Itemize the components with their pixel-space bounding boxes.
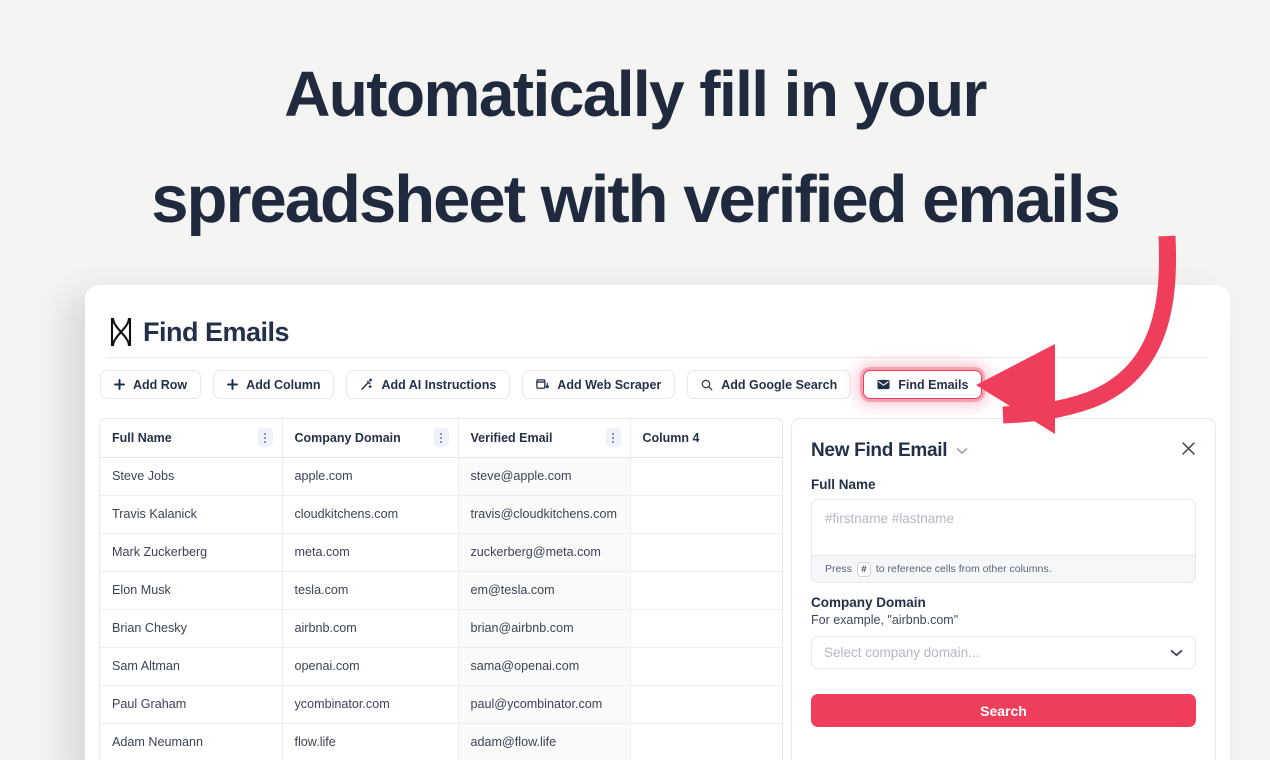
full-name-hint: Press # to reference cells from other co…: [811, 556, 1196, 583]
table-cell[interactable]: sama@openai.com: [458, 647, 631, 686]
headline-line-2: spreadsheet with verified emails: [151, 162, 1120, 237]
column-menu-icon[interactable]: [257, 428, 273, 448]
table-row[interactable]: Steve Jobs apple.com steve@apple.com: [100, 457, 782, 496]
hash-key-badge: #: [856, 561, 871, 577]
page-title: Find Emails: [143, 316, 290, 347]
table-cell[interactable]: zuckerberg@meta.com: [458, 533, 631, 572]
table-row[interactable]: Sam Altman openai.com sama@openai.com: [100, 647, 782, 686]
page-headline: Automatically fill in your spreadsheet w…: [0, 42, 1270, 252]
table-row[interactable]: Brian Chesky airbnb.com brian@airbnb.com: [100, 609, 782, 648]
add-google-search-label: Add Google Search: [721, 377, 838, 392]
table-cell[interactable]: [630, 495, 782, 534]
add-row-button[interactable]: Add Row: [100, 370, 202, 399]
table-header-row: Full Name Company Domain Verified Email …: [100, 419, 782, 458]
table-cell[interactable]: Mark Zuckerberg: [100, 533, 283, 572]
table-cell[interactable]: Brian Chesky: [100, 609, 283, 648]
find-email-panel: New Find Email Full Name #firstname #las…: [791, 418, 1216, 760]
spreadsheet-table: Full Name Company Domain Verified Email …: [99, 418, 783, 760]
chevron-down-icon: [1170, 645, 1183, 660]
panel-header: New Find Email: [811, 437, 1196, 465]
full-name-input[interactable]: #firstname #lastname: [811, 499, 1196, 556]
app-window: Find Emails Add Row Add Column Add AI In…: [85, 285, 1230, 760]
table-row[interactable]: Mark Zuckerberg meta.com zuckerberg@meta.c…: [100, 533, 782, 572]
table-cell[interactable]: Steve Jobs: [100, 457, 283, 496]
add-ai-instructions-label: Add AI Instructions: [381, 377, 497, 392]
table-cell[interactable]: meta.com: [282, 533, 459, 572]
table-cell[interactable]: adam@flow.life: [458, 723, 631, 760]
column-header-label: Full Name: [112, 430, 172, 445]
toolbar: Add Row Add Column Add AI Instructions A…: [85, 358, 1230, 411]
add-column-button[interactable]: Add Column: [213, 370, 335, 399]
table-cell[interactable]: [630, 609, 782, 648]
add-google-search-button[interactable]: Add Google Search: [687, 370, 852, 399]
add-row-label: Add Row: [133, 377, 188, 392]
table-cell[interactable]: cloudkitchens.com: [282, 495, 459, 534]
panel-title: New Find Email: [811, 440, 948, 461]
table-cell[interactable]: [630, 685, 782, 724]
table-cell[interactable]: [630, 647, 782, 686]
chevron-down-icon[interactable]: [956, 442, 968, 460]
table-cell[interactable]: Elon Musk: [100, 571, 283, 610]
page-root: Automatically fill in your spreadsheet w…: [0, 0, 1270, 760]
column-header-label: Column 4: [642, 430, 700, 445]
table-cell[interactable]: Travis Kalanick: [100, 495, 283, 534]
browser-download-icon: [536, 378, 550, 391]
hint-suffix: to reference cells from other columns.: [875, 563, 1052, 575]
table-cell[interactable]: ycombinator.com: [282, 685, 459, 724]
table-cell[interactable]: [630, 457, 782, 496]
table-cell[interactable]: Adam Neumann: [100, 723, 283, 760]
table-cell[interactable]: apple.com: [282, 457, 459, 496]
company-domain-selected-value: Select company domain...: [824, 645, 980, 660]
table-cell[interactable]: em@tesla.com: [458, 571, 631, 610]
company-domain-example: For example, "airbnb.com": [811, 613, 959, 627]
table-cell[interactable]: [630, 723, 782, 760]
table-cell[interactable]: airbnb.com: [282, 609, 459, 648]
table-row[interactable]: Paul Graham ycombinator.com paul@ycombinat…: [100, 685, 782, 724]
hourglass-infinity-logo-icon: [110, 317, 132, 347]
table-row[interactable]: Elon Musk tesla.com em@tesla.com: [100, 571, 782, 610]
table-cell[interactable]: brian@airbnb.com: [458, 609, 631, 648]
headline-line-1: Automatically fill in your: [284, 58, 987, 130]
table-cell[interactable]: openai.com: [282, 647, 459, 686]
magic-wand-icon: [360, 378, 373, 391]
find-emails-button[interactable]: Find Emails: [863, 370, 983, 399]
envelope-icon: [877, 379, 890, 390]
company-domain-select[interactable]: Select company domain...: [811, 636, 1196, 669]
column-header-verified-email[interactable]: Verified Email: [458, 419, 631, 458]
app-header: Find Emails: [85, 285, 1230, 357]
table-cell[interactable]: paul@ycombinator.com: [458, 685, 631, 724]
column-header-label: Company Domain: [294, 430, 401, 445]
column-header-company-domain[interactable]: Company Domain: [282, 419, 459, 458]
table-cell[interactable]: flow.life: [282, 723, 459, 760]
table-body: Steve Jobs apple.com steve@apple.com Travis…: [100, 457, 782, 760]
column-header-full-name[interactable]: Full Name: [100, 419, 283, 458]
company-domain-label: Company Domain: [811, 595, 926, 610]
close-icon[interactable]: [1181, 441, 1196, 461]
add-web-scraper-label: Add Web Scraper: [557, 377, 662, 392]
hint-prefix: Press: [825, 563, 852, 575]
table-cell[interactable]: Paul Graham: [100, 685, 283, 724]
column-menu-icon[interactable]: [605, 428, 621, 448]
column-header-column-4[interactable]: Column 4: [630, 419, 782, 458]
column-header-label: Verified Email: [470, 430, 553, 445]
table-cell[interactable]: travis@cloudkitchens.com: [458, 495, 631, 534]
full-name-label: Full Name: [811, 477, 876, 492]
column-menu-icon[interactable]: [433, 428, 449, 448]
table-cell[interactable]: [630, 533, 782, 572]
table-cell[interactable]: Sam Altman: [100, 647, 283, 686]
table-row[interactable]: Adam Neumann flow.life adam@flow.life: [100, 723, 782, 760]
search-icon: [701, 379, 713, 391]
search-button[interactable]: Search: [811, 694, 1196, 727]
find-emails-label: Find Emails: [898, 377, 969, 392]
table-cell[interactable]: tesla.com: [282, 571, 459, 610]
add-column-label: Add Column: [246, 377, 321, 392]
add-ai-instructions-button[interactable]: Add AI Instructions: [346, 370, 511, 399]
plus-icon: [114, 379, 125, 390]
table-cell[interactable]: [630, 571, 782, 610]
plus-icon: [227, 379, 239, 390]
add-web-scraper-button[interactable]: Add Web Scraper: [522, 370, 676, 399]
table-row[interactable]: Travis Kalanick cloudkitchens.com travis@c…: [100, 495, 782, 534]
table-cell[interactable]: steve@apple.com: [458, 457, 631, 496]
